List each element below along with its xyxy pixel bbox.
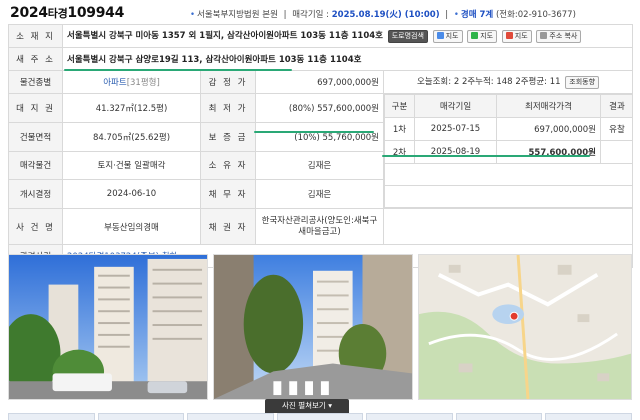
sale-history-table: 구분 매각기일 최저매각가격 결과 1차 2025-07-15 697,000,…	[384, 94, 632, 208]
creditor-value-line1: 한국자산관리공사(양도인:새북구	[261, 215, 378, 226]
google-icon	[505, 32, 513, 39]
photo-apartment-exterior-1[interactable]	[8, 254, 208, 400]
min-price-value: (80%) 557,600,000원	[255, 93, 384, 123]
case-name-label: 사 건 명	[8, 208, 63, 245]
land-right-value: 41.327㎡(12.5평)	[62, 93, 201, 123]
views-cell: 오늘조회: 2 2주누적: 148 2주평균: 11 조회동향	[382, 70, 634, 94]
land-right-label: 대 지 권	[8, 93, 63, 123]
photo-apartment-exterior-2[interactable]	[213, 254, 413, 400]
location-label: 소 재 지	[8, 24, 63, 48]
type-cell: 아파트[31평형]	[62, 70, 201, 94]
property-info-table: 소 재 지 서울특별시 강북구 미아동 1357 외 1필지, 삼각산아이원아파…	[8, 24, 634, 268]
copy-address-button[interactable]: 주소 복사	[536, 30, 582, 43]
location-value: 서울특별시 강북구 미아동 1357 외 1필지, 삼각산아이원아파트 103동…	[67, 31, 383, 41]
dept-phone: (전화:02-910-3677)	[495, 10, 576, 20]
new-address-value: 서울특별시 강북구 삼양로19길 113, 삼각산아이원아파트 103동 11층…	[67, 55, 362, 65]
photo-location-map[interactable]	[418, 254, 632, 400]
history-header-date: 매각기일	[414, 94, 497, 118]
history-header-price: 최저매각가격	[496, 94, 601, 118]
highlight-underline	[382, 155, 590, 157]
map-icon	[471, 32, 479, 39]
tab-6[interactable]	[455, 413, 543, 420]
views-avg: 2주평균: 11	[515, 77, 561, 87]
expand-photos-button[interactable]: 사진 펼쳐보기 ▾	[265, 399, 349, 413]
debtor-label: 채 무 자	[200, 179, 256, 209]
court-name: 서울북부지방법원 본원	[197, 10, 278, 20]
creditor-value-line2: 새마을금고)	[298, 226, 341, 237]
type-size: [31평형]	[126, 78, 160, 88]
type-value-link[interactable]: 아파트	[103, 78, 126, 88]
sale-date-label: 매각기일 :	[292, 10, 330, 20]
appraisal-label: 감 정 가	[200, 70, 256, 94]
highlight-underline	[254, 131, 374, 133]
history-header-result: 결과	[600, 94, 632, 118]
min-price-label: 최 저 가	[200, 93, 256, 123]
deposit-value: (10%) 55,760,000원	[255, 121, 384, 152]
building-area-value: 84.705㎡(25.62평)	[62, 121, 201, 152]
owner-label: 소 유 자	[200, 150, 256, 181]
creditor-cell: 한국자산관리공사(양도인:새북구 새마을금고)	[255, 208, 384, 245]
map-button-3[interactable]: 지도	[501, 30, 532, 43]
map-button-1[interactable]: 지도	[432, 30, 463, 43]
views-today: 오늘조회: 2	[416, 77, 460, 87]
start-decision-value: 2024-06-10	[62, 179, 201, 209]
tab-5[interactable]	[366, 413, 453, 420]
history-row: 2차 2025-08-19 557,600,000원	[384, 140, 632, 164]
sale-history-cell: 구분 매각기일 최저매각가격 결과 1차 2025-07-15 697,000,…	[382, 93, 634, 209]
bullet-icon: •	[453, 10, 459, 20]
tab-7[interactable]	[545, 413, 633, 420]
road-name-search-button[interactable]: 도로명검색	[387, 30, 428, 43]
appraisal-value: 697,000,000원	[255, 70, 384, 94]
copy-icon	[540, 32, 548, 39]
tab-2[interactable]	[97, 413, 185, 420]
view-trend-button[interactable]: 조회동향	[565, 76, 600, 89]
highlight-underline	[64, 69, 292, 71]
tab-4[interactable]	[276, 413, 364, 420]
start-decision-label: 개시결정	[8, 179, 63, 209]
bottom-tabs	[8, 413, 633, 420]
case-name-value: 부동산임의경매	[62, 208, 201, 245]
deposit-label: 보 증 금	[200, 121, 256, 152]
sale-date: 2025.08.19(火) (10:00)	[331, 10, 440, 20]
bullet-icon: •	[190, 10, 196, 20]
tab-3[interactable]	[187, 413, 274, 420]
auction-dept: 경매 7계	[460, 10, 494, 20]
sale-object-value: 토지·건물 일괄매각	[62, 150, 201, 181]
history-header-round: 구분	[384, 94, 415, 118]
map-icon	[436, 32, 444, 39]
type-label: 물건종별	[8, 70, 63, 94]
creditor-label: 채 권 자	[200, 208, 256, 245]
photo-gallery	[8, 254, 632, 400]
owner-value: 김재은	[255, 150, 384, 181]
views-2w: 2주누적: 148	[461, 77, 513, 87]
building-area-label: 건물면적	[8, 121, 63, 152]
chevron-down-icon: ▾	[328, 401, 332, 410]
tab-1[interactable]	[8, 413, 95, 420]
debtor-value: 김재은	[255, 179, 384, 209]
new-address-label: 새 주 소	[8, 47, 63, 71]
history-row: 1차 2025-07-15 697,000,000원 유찰	[384, 117, 632, 141]
sale-object-label: 매각물건	[8, 150, 63, 181]
case-header: 2024타경109944 • 서울북부지방법원 본원 | 매각기일 : 2025.…	[0, 0, 640, 26]
map-button-2[interactable]: 지도	[467, 30, 498, 43]
case-meta: • 서울북부지방법원 본원 | 매각기일 : 2025.08.19(火) (10:…	[190, 10, 576, 20]
location-cell: 서울특별시 강북구 미아동 1357 외 1필지, 삼각산아이원아파트 103동…	[61, 24, 634, 48]
case-number-title: 2024타경109944	[10, 5, 125, 21]
